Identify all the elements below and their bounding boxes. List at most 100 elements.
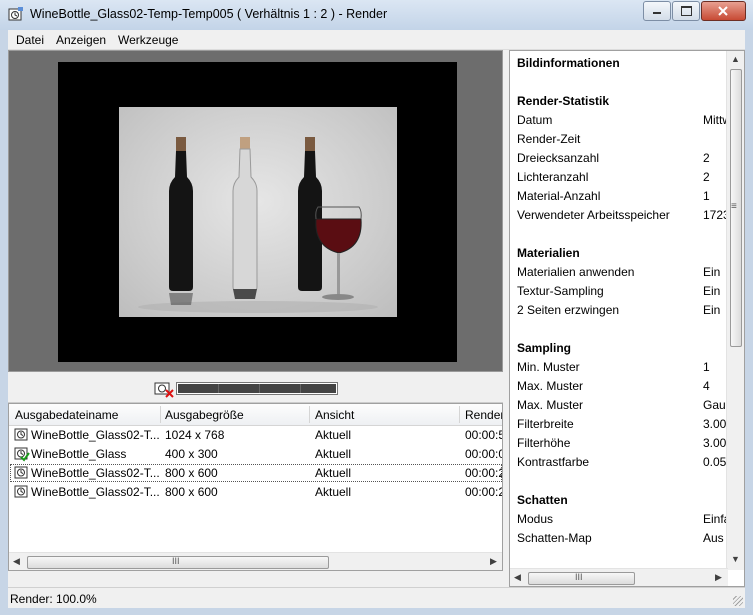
info-label: Sampling <box>517 341 572 355</box>
row-render-time: 00:00:22 <box>465 466 502 480</box>
info-row: Textur-Sampling Ein <box>517 282 720 301</box>
info-scroll-right-arrow-icon[interactable]: ▶ <box>715 572 722 583</box>
render-preview-panel <box>8 50 503 372</box>
cancel-render-icon[interactable] <box>153 380 175 398</box>
render-queue-list: Ausgabedateiname Ausgabegröße Ansicht Re… <box>8 403 503 571</box>
row-view: Aktuell <box>315 447 352 461</box>
row-size: 800 x 600 <box>165 466 218 480</box>
rendered-image <box>119 107 397 317</box>
column-header-view[interactable]: Ansicht <box>315 408 354 422</box>
info-label: Max. Muster <box>517 379 584 393</box>
resize-grip-icon[interactable] <box>733 596 743 606</box>
info-row: Materialien anwenden Ein <box>517 263 720 282</box>
info-label: Filterbreite <box>517 417 574 431</box>
info-horizontal-scrollbar[interactable]: ◀ III ▶ <box>510 568 728 586</box>
list-horizontal-scrollbar[interactable]: ◀ III ▶ <box>9 552 502 570</box>
image-info-panel: Bildinformationen Render-Statistik Datum Mi… <box>509 50 745 587</box>
column-header-filename[interactable]: Ausgabedateiname <box>15 408 118 422</box>
close-icon <box>718 6 728 16</box>
list-item[interactable]: WineBottle_Glass02-T... 800 x 600 Aktuell 0… <box>10 483 502 501</box>
title-bar: WineBottle_Glass02-Temp-Temp005 ( Verhäl… <box>0 0 753 30</box>
info-section-title: Bildinformationen <box>517 54 717 73</box>
info-row <box>517 225 717 244</box>
row-size: 400 x 300 <box>165 447 218 461</box>
clock-render-icon <box>14 428 28 441</box>
minimize-icon <box>653 12 661 14</box>
info-label: Schatten <box>517 493 568 507</box>
wine-bottles-render <box>138 137 378 313</box>
info-row: Min. Muster 1 <box>517 358 717 377</box>
column-header-size[interactable]: Ausgabegröße <box>165 408 244 422</box>
wine-glass <box>315 206 362 300</box>
info-label: Materialien <box>517 246 580 260</box>
info-row: Modus Einfa <box>517 510 730 529</box>
info-label: Filterhöhe <box>517 436 571 450</box>
info-label: Verwendeter Arbeitsspeicher <box>517 208 670 222</box>
info-section-title: Sampling <box>517 339 717 358</box>
info-scroll-thumb[interactable]: ≡ <box>730 69 742 347</box>
info-label: 2 Seiten erzwingen <box>517 303 620 317</box>
minimize-button[interactable] <box>643 1 671 21</box>
info-label: Dreiecksanzahl <box>517 151 600 165</box>
status-text: Render: 100.0% <box>10 592 97 606</box>
row-size: 800 x 600 <box>165 485 218 499</box>
info-section-title: Schatten <box>517 491 717 510</box>
info-section-title: Render-Statistik <box>517 92 717 111</box>
info-row: Max. Muster 4 <box>517 377 717 396</box>
info-label: Datum <box>517 113 553 127</box>
scroll-right-arrow-icon[interactable]: ▶ <box>490 556 497 567</box>
render-window: WineBottle_Glass02-Temp-Temp005 ( Verhäl… <box>0 0 753 615</box>
clock-render-icon <box>14 485 28 498</box>
info-label: Render-Statistik <box>517 94 610 108</box>
info-row: Lichteranzahl 2 <box>517 168 717 187</box>
column-header-render[interactable]: Render <box>465 408 502 422</box>
info-scroll-left-arrow-icon[interactable]: ◀ <box>514 572 521 583</box>
list-header: Ausgabedateiname Ausgabegröße Ansicht Re… <box>9 404 502 426</box>
info-row: Filterbreite 3.000 <box>517 415 733 434</box>
menu-datei[interactable]: Datei <box>16 33 44 47</box>
info-label: Material-Anzahl <box>517 189 601 203</box>
info-row: Verwendeter Arbeitsspeicher 1723 <box>517 206 730 225</box>
list-item[interactable]: WineBottle_Glass02-T... 1024 x 768 Aktuell… <box>10 426 502 444</box>
info-label: Kontrastfarbe <box>517 455 590 469</box>
row-size: 1024 x 768 <box>165 428 225 442</box>
list-item[interactable]: WineBottle_Glass02-T... 800 x 600 Aktuell 0… <box>10 464 502 482</box>
window-title: WineBottle_Glass02-Temp-Temp005 ( Verhäl… <box>30 7 388 21</box>
list-item[interactable]: WineBottle_Glass 400 x 300 Aktuell 00:00:04 <box>10 445 502 463</box>
info-label: Min. Muster <box>517 360 580 374</box>
row-filename: WineBottle_Glass02-T... <box>31 428 160 442</box>
scroll-thumb[interactable]: III <box>27 556 329 569</box>
maximize-button[interactable] <box>672 1 700 21</box>
menu-bar: Datei Anzeigen Werkzeuge <box>8 30 745 50</box>
info-row: Kontrastfarbe 0.050 <box>517 453 733 472</box>
client-area: Ausgabedateiname Ausgabegröße Ansicht Re… <box>8 50 745 608</box>
info-row: Material-Anzahl 1 <box>517 187 717 206</box>
checkmark-render-icon <box>14 447 30 462</box>
render-progress-bar <box>176 382 338 395</box>
close-button[interactable] <box>701 1 746 21</box>
menu-werkzeuge[interactable]: Werkzeuge <box>118 33 178 47</box>
clear-bottle-middle <box>232 137 258 299</box>
scroll-up-arrow-icon[interactable]: ▲ <box>731 54 740 64</box>
info-label: Lichteranzahl <box>517 170 589 184</box>
scroll-down-arrow-icon[interactable]: ▼ <box>731 554 740 564</box>
render-progress-fill <box>178 384 336 393</box>
row-view: Aktuell <box>315 466 352 480</box>
info-label: Max. Muster <box>517 398 584 412</box>
info-vertical-scrollbar[interactable]: ▲ ≡ ▼ <box>726 51 744 570</box>
info-row: Render-Zeit <box>517 130 717 149</box>
row-render-time: 00:00:50 <box>465 428 502 442</box>
row-view: Aktuell <box>315 485 352 499</box>
menu-anzeigen[interactable]: Anzeigen <box>56 33 106 47</box>
info-label: Schatten-Map <box>517 531 592 545</box>
info-row <box>517 73 717 92</box>
info-row: Schatten-Map Aus <box>517 529 724 548</box>
clock-render-icon <box>14 466 28 479</box>
dark-bottle-right <box>298 137 322 291</box>
info-row: Filterhöhe 3.000 <box>517 434 733 453</box>
info-hscroll-thumb[interactable]: III <box>528 572 635 585</box>
status-bar: Render: 100.0% <box>8 587 745 608</box>
render-app-icon <box>8 7 23 21</box>
scroll-left-arrow-icon[interactable]: ◀ <box>13 556 20 567</box>
info-row <box>517 320 717 339</box>
